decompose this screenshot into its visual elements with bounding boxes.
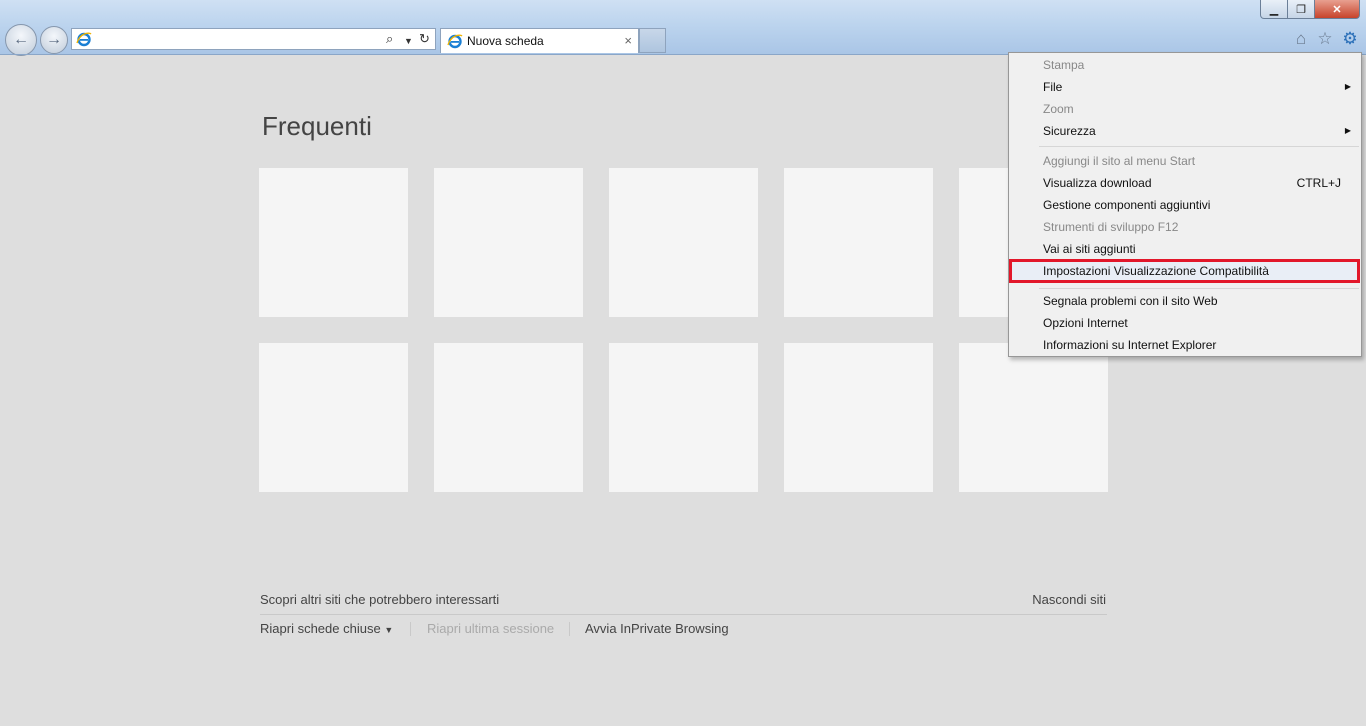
menu-item-compat-view-settings[interactable]: Impostazioni Visualizzazione Compatibili… (1043, 264, 1269, 278)
menu-item-file[interactable]: File (1043, 80, 1062, 94)
refresh-icon[interactable]: ↻ (419, 32, 430, 46)
ie-logo-icon (447, 33, 463, 49)
dropdown-arrow-icon: ▼ (384, 625, 394, 635)
menu-item-zoom[interactable]: Zoom (1043, 102, 1074, 116)
menu-item-dev-tools[interactable]: Strumenti di sviluppo F12 (1043, 220, 1178, 234)
favorites-star-icon[interactable]: ☆ (1316, 29, 1334, 48)
back-arrow-icon: ← (13, 31, 29, 48)
menu-item-pinned-sites[interactable]: Vai ai siti aggiunti (1043, 242, 1136, 256)
page-title: Frequenti (262, 111, 372, 141)
address-input[interactable] (96, 31, 380, 49)
forward-arrow-icon: → (46, 31, 62, 48)
new-tab-button[interactable] (639, 28, 666, 53)
site-tile[interactable] (609, 168, 758, 317)
address-bar[interactable]: ⌕ ▼ ↻ (71, 28, 436, 50)
menu-item-stampa[interactable]: Stampa (1043, 58, 1084, 72)
menu-item-about-ie[interactable]: Informazioni su Internet Explorer (1043, 338, 1216, 352)
browser-chrome: ▁ ❐ ✕ ← → ⌕ ▼ ↻ Nuova scheda × ⌂ ☆ ⚙ (0, 0, 1366, 56)
menu-item-sicurezza[interactable]: Sicurezza (1043, 124, 1096, 138)
site-tile[interactable] (259, 343, 408, 492)
minimize-button[interactable]: ▁ (1260, 0, 1288, 19)
home-icon[interactable]: ⌂ (1292, 29, 1310, 48)
inprivate-link[interactable]: Avvia InPrivate Browsing (585, 621, 729, 636)
restore-button[interactable]: ❐ (1287, 0, 1315, 19)
menu-item-view-downloads[interactable]: Visualizza download (1043, 176, 1152, 190)
site-tile[interactable] (609, 343, 758, 492)
site-tile[interactable] (784, 168, 933, 317)
hide-sites-link[interactable]: Nascondi siti (1032, 592, 1106, 607)
shortcut-label: CTRL+J (1296, 176, 1341, 190)
tab-title: Nuova scheda (467, 34, 544, 48)
ie-logo-icon (76, 31, 92, 47)
site-tile[interactable] (259, 168, 408, 317)
site-tile[interactable] (434, 168, 583, 317)
forward-button[interactable]: → (40, 26, 68, 54)
menu-separator (1039, 146, 1359, 147)
menu-item-manage-addons[interactable]: Gestione componenti aggiuntivi (1043, 198, 1210, 212)
divider (260, 614, 1107, 615)
menu-item-report-problems[interactable]: Segnala problemi con il sito Web (1043, 294, 1218, 308)
reopen-closed-tabs-link[interactable]: Riapri schede chiuse ▼ (260, 621, 393, 636)
tools-menu: Stampa File ▶ Zoom Sicurezza ▶ Aggiungi … (1008, 52, 1362, 357)
divider (410, 622, 411, 636)
menu-item-internet-options[interactable]: Opzioni Internet (1043, 316, 1128, 330)
site-tile[interactable] (959, 343, 1108, 492)
close-window-button[interactable]: ✕ (1314, 0, 1360, 19)
submenu-arrow-icon: ▶ (1344, 82, 1351, 91)
divider (569, 622, 570, 636)
submenu-arrow-icon: ▶ (1344, 126, 1351, 135)
menu-separator (1039, 288, 1359, 289)
window-controls: ▁ ❐ ✕ (1260, 0, 1360, 19)
back-button[interactable]: ← (5, 24, 37, 56)
dropdown-arrow-icon[interactable]: ▼ (404, 34, 413, 48)
discover-sites-text: Scopri altri siti che potrebbero interes… (260, 592, 500, 607)
site-tile[interactable] (434, 343, 583, 492)
close-icon[interactable]: × (624, 33, 632, 48)
search-icon[interactable]: ⌕ (386, 32, 393, 46)
site-tile[interactable] (784, 343, 933, 492)
tab-new-tab[interactable]: Nuova scheda × (440, 28, 639, 53)
reopen-last-session-link: Riapri ultima sessione (427, 621, 555, 636)
gear-icon[interactable]: ⚙ (1341, 29, 1359, 48)
menu-item-add-to-start[interactable]: Aggiungi il sito al menu Start (1043, 154, 1195, 168)
